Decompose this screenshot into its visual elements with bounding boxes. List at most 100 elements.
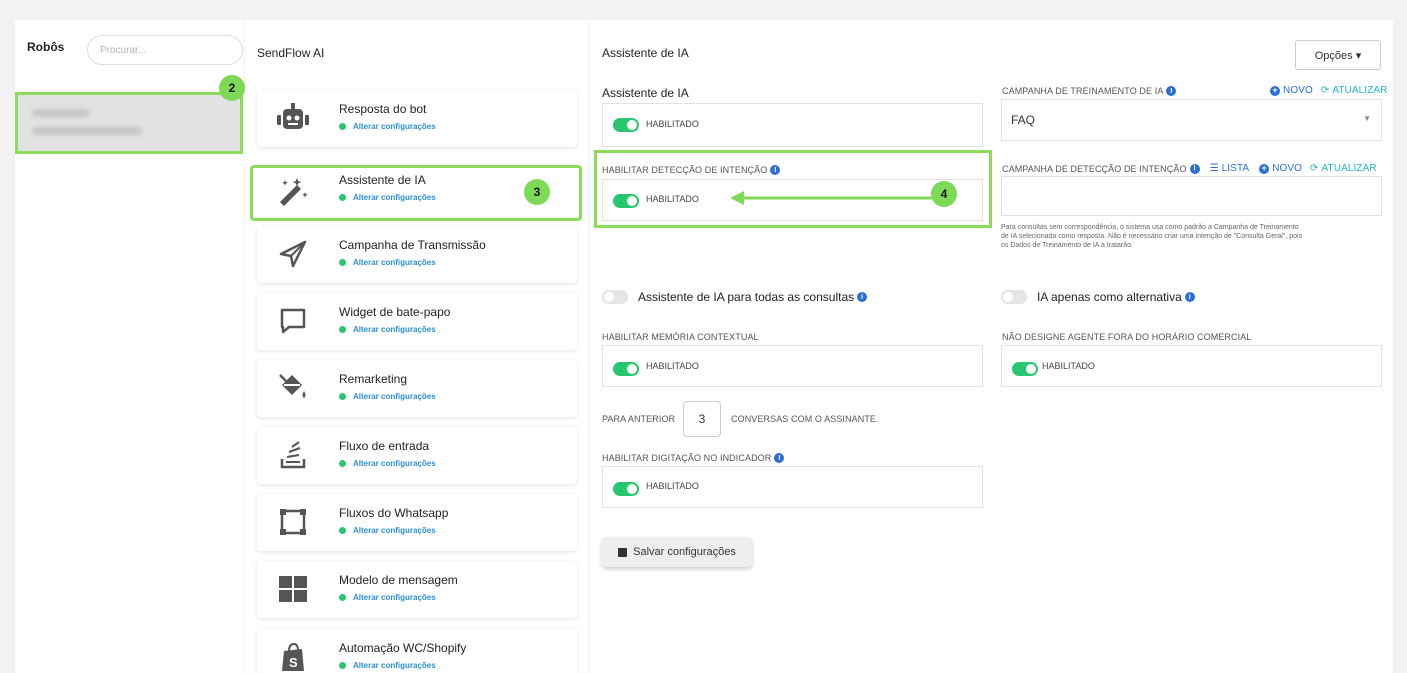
fallback-only-toggle[interactable] — [1001, 290, 1027, 304]
toggle-status: HABILITADO — [646, 481, 699, 491]
bots-title: Robôs — [27, 40, 65, 54]
status-dot — [339, 259, 346, 266]
menu-panel: SendFlow AI Resposta do bot Alterar conf… — [245, 20, 589, 673]
step-badge-4: 4 — [931, 181, 957, 207]
svg-text:S: S — [289, 655, 298, 670]
status-dot — [339, 662, 346, 669]
ai-assistant-label: Assistente de IA — [602, 86, 689, 100]
menu-item-label: Fluxos do Whatsapp — [339, 506, 449, 520]
menu-item-label: Remarketing — [339, 372, 408, 386]
info-icon[interactable]: i — [1166, 86, 1177, 96]
toggle-status: HABILITADO — [1042, 361, 1095, 371]
options-dropdown-button[interactable]: Opções ▾ — [1295, 40, 1381, 70]
settings-panel: Assistente de IA Opções ▾ Assistente de … — [590, 20, 1393, 673]
no-agent-box: HABILITADO — [1001, 345, 1382, 387]
training-campaign-actions: + NOVO ⟳ ATUALIZAR — [1260, 85, 1388, 96]
change-settings-link[interactable]: Alterar configurações — [339, 593, 436, 602]
typing-indicator-toggle[interactable] — [613, 482, 639, 496]
toggle-status: HABILITADO — [646, 361, 699, 371]
all-queries-toggle[interactable] — [602, 290, 628, 304]
list-intents-link[interactable]: ☰ LISTA — [1210, 163, 1250, 174]
paper-plane-icon — [277, 238, 309, 270]
status-dot — [339, 460, 346, 467]
ai-assistant-toggle[interactable] — [613, 118, 639, 132]
menu-item-wc-shopify[interactable]: S Automação WC/Shopify Alterar configura… — [257, 629, 577, 673]
menu-item-whatsapp-flows[interactable]: Fluxos do Whatsapp Alterar configurações — [257, 494, 577, 551]
list-icon: ☰ — [1209, 163, 1219, 174]
robot-icon — [277, 102, 309, 134]
new-intent-campaign-link[interactable]: + NOVO — [1259, 163, 1302, 174]
menu-item-label: Campanha de Transmissão — [339, 238, 486, 252]
plus-circle-icon: + — [1270, 85, 1280, 96]
refresh-training-campaign-link[interactable]: ⟳ ATUALIZAR — [1321, 85, 1388, 96]
menu-item-remarketing[interactable]: Remarketing Alterar configurações — [257, 360, 577, 417]
info-icon[interactable]: i — [857, 292, 868, 302]
refresh-intent-campaign-link[interactable]: ⟳ ATUALIZAR — [1310, 163, 1377, 174]
intent-campaign-select[interactable] — [1001, 176, 1382, 216]
chat-bubble-icon — [277, 305, 309, 337]
grid-icon — [277, 573, 309, 605]
save-settings-button[interactable]: Salvar configurações — [602, 537, 752, 567]
all-queries-label: Assistente de IA para todas as consultas… — [638, 290, 868, 304]
status-dot — [339, 326, 346, 333]
change-settings-link[interactable]: Alterar configurações — [339, 459, 436, 468]
chevron-down-icon: ▼ — [1363, 114, 1371, 123]
context-memory-box: HABILITADO — [602, 345, 983, 387]
menu-item-message-template[interactable]: Modelo de mensagem Alterar configurações — [257, 561, 577, 618]
bot-name-redacted — [32, 109, 90, 117]
context-memory-label: HABILITAR MEMÓRIA CONTEXTUAL — [602, 332, 759, 342]
training-campaign-select[interactable]: FAQ ▼ — [1001, 99, 1382, 141]
selected-campaign: FAQ — [1011, 113, 1036, 127]
menu-item-broadcast-campaign[interactable]: Campanha de Transmissão Alterar configur… — [257, 226, 577, 283]
info-icon[interactable]: i — [1184, 292, 1195, 302]
info-icon[interactable]: i — [1189, 163, 1200, 174]
change-settings-link[interactable]: Alterar configurações — [339, 325, 436, 334]
menu-item-label: Fluxo de entrada — [339, 439, 430, 453]
change-settings-link[interactable]: Alterar configurações — [339, 661, 436, 670]
bot-list-item[interactable] — [15, 92, 243, 154]
previous-prefix: PARA ANTERIOR — [602, 414, 676, 424]
stack-icon — [277, 439, 309, 471]
no-agent-label: NÃO DESIGNE AGENTE FORA DO HORÁRIO COMER… — [1002, 332, 1252, 342]
info-icon[interactable]: i — [774, 453, 785, 463]
menu-title: SendFlow AI — [257, 46, 325, 60]
status-dot — [339, 393, 346, 400]
toggle-status: HABILITADO — [646, 119, 699, 129]
intent-campaign-help: Para consultas sem correspondência, o si… — [1001, 224, 1303, 249]
typing-indicator-box: HABILITADO — [602, 466, 983, 508]
annotation-arrow — [730, 191, 936, 205]
menu-item-label: Modelo de mensagem — [339, 573, 458, 587]
new-training-campaign-link[interactable]: + NOVO — [1270, 85, 1313, 96]
intent-campaign-label: CAMPANHA DE DETECÇÃO DE INTENÇÃO i ☰ LISTA… — [1002, 163, 1377, 174]
menu-item-bot-reply[interactable]: Resposta do bot Alterar configurações — [257, 90, 577, 147]
status-dot — [339, 527, 346, 534]
ai-assistant-box: HABILITADO — [602, 103, 983, 147]
typing-indicator-label: HABILITAR DIGITAÇÃO NO INDICADOR i — [602, 453, 785, 463]
menu-item-label: Assistente de IA — [339, 173, 426, 187]
previous-suffix: CONVERSAS COM O ASSINANTE. — [731, 414, 879, 424]
plus-circle-icon: + — [1259, 163, 1270, 174]
bot-search-input[interactable] — [87, 35, 243, 65]
change-settings-link[interactable]: Alterar configurações — [339, 526, 436, 535]
context-memory-toggle[interactable] — [613, 362, 639, 376]
status-dot — [339, 123, 346, 130]
menu-item-chat-widget[interactable]: Widget de bate-papo Alterar configuraçõe… — [257, 293, 577, 350]
page-title: Assistente de IA — [602, 46, 689, 60]
shopify-bag-icon: S — [277, 641, 309, 673]
status-dot — [339, 594, 346, 601]
change-settings-link[interactable]: Alterar configurações — [339, 122, 436, 131]
paint-bucket-icon — [277, 372, 309, 404]
floppy-disk-icon — [618, 547, 628, 557]
no-agent-toggle[interactable] — [1012, 362, 1038, 376]
change-settings-link[interactable]: Alterar configurações — [339, 392, 436, 401]
step-badge-3: 3 — [524, 179, 550, 205]
status-dot — [339, 194, 346, 201]
refresh-icon: ⟳ — [1320, 85, 1330, 96]
previous-count-input[interactable]: 3 — [683, 401, 721, 437]
frame-icon — [277, 506, 309, 538]
change-settings-link[interactable]: Alterar configurações — [339, 258, 436, 267]
change-settings-link[interactable]: Alterar configurações — [339, 193, 436, 202]
menu-item-inbound-flow[interactable]: Fluxo de entrada Alterar configurações — [257, 427, 577, 484]
menu-item-label: Resposta do bot — [339, 102, 427, 116]
bot-number-redacted — [32, 127, 142, 135]
